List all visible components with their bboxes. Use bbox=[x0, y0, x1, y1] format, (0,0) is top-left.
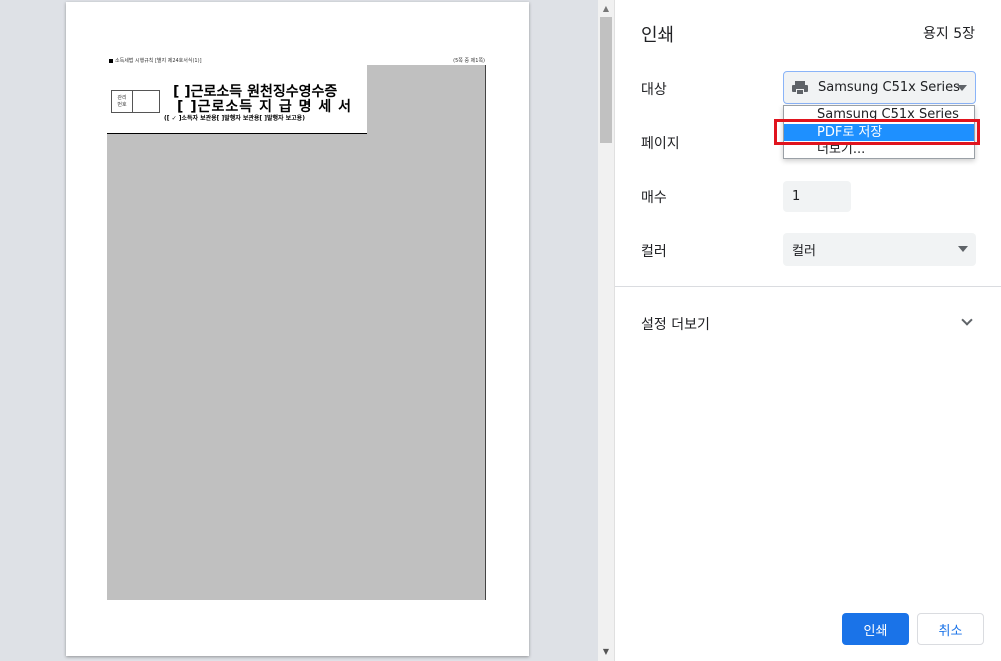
square-bullet-icon bbox=[109, 58, 113, 63]
annotation-highlight-box bbox=[774, 119, 980, 145]
pages-label: 페이지 bbox=[641, 136, 680, 152]
destination-select[interactable]: Samsung C51x Series bbox=[783, 71, 976, 104]
document-header-left-text: 소득세법 시행규칙 [별지 제24호서식(1)] bbox=[115, 58, 202, 64]
destination-selected-value: Samsung C51x Series bbox=[818, 80, 960, 95]
document-header-right: (5쪽 중 제1쪽) bbox=[453, 58, 485, 64]
dropdown-caret-icon bbox=[958, 246, 968, 252]
scroll-up-arrow-icon[interactable]: ▲ bbox=[598, 3, 614, 15]
dropdown-caret-icon bbox=[957, 85, 967, 91]
document-subtitle: ([ ✓ ]소득자 보관용[ ]발행자 보관용[ ]발행자 보고용) bbox=[164, 115, 305, 122]
color-select[interactable]: 컬러 bbox=[783, 233, 976, 266]
copies-label: 매수 bbox=[641, 190, 667, 206]
scrollbar-thumb[interactable] bbox=[600, 17, 612, 143]
management-number-box: 관리 번호 bbox=[111, 90, 160, 113]
print-settings-panel: 인쇄 용지 5장 대상 Samsung C51x Series 페이지 매수 1… bbox=[614, 0, 1001, 661]
cancel-button[interactable]: 취소 bbox=[917, 613, 984, 645]
print-preview-area: 소득세법 시행규칙 [별지 제24호서식(1)] (5쪽 중 제1쪽) 관리 번… bbox=[0, 0, 598, 661]
scroll-down-arrow-icon[interactable]: ▼ bbox=[598, 646, 614, 658]
management-number-label: 관리 번호 bbox=[112, 91, 133, 112]
chevron-down-icon[interactable] bbox=[961, 314, 973, 326]
document-header-left: 소득세법 시행규칙 [별지 제24호서식(1)] bbox=[109, 57, 202, 64]
preview-scrollbar[interactable]: ▲ ▼ bbox=[598, 0, 614, 661]
settings-title: 인쇄 bbox=[641, 25, 675, 46]
printer-icon bbox=[792, 80, 808, 95]
document-gray-content bbox=[107, 65, 486, 600]
settings-divider bbox=[615, 286, 1001, 287]
destination-label: 대상 bbox=[641, 82, 667, 98]
color-selected-value: 컬러 bbox=[792, 244, 816, 259]
print-button[interactable]: 인쇄 bbox=[842, 613, 909, 645]
preview-page: 소득세법 시행규칙 [별지 제24호서식(1)] (5쪽 중 제1쪽) 관리 번… bbox=[66, 2, 529, 656]
color-label: 컬러 bbox=[641, 244, 667, 260]
copies-input[interactable]: 1 bbox=[783, 181, 851, 212]
document-title-box: 관리 번호 [ ]근로소득 원천징수영수증 [ ]근로소득 지 급 명 세 서 … bbox=[107, 65, 367, 134]
sheet-count: 용지 5장 bbox=[923, 26, 975, 42]
more-settings-toggle[interactable]: 설정 더보기 bbox=[641, 314, 710, 334]
